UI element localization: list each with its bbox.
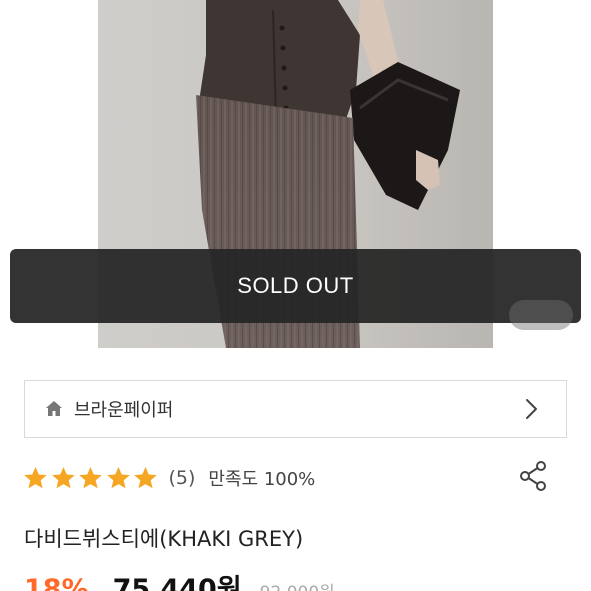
rating-summary[interactable]: (5) 만족도 100%: [22, 460, 552, 496]
star-icon: [134, 466, 157, 488]
satisfaction-rate: 만족도 100%: [208, 469, 316, 490]
sold-out-banner: SOLD OUT: [10, 249, 581, 323]
original-price: 92,000원: [260, 578, 335, 591]
star-rating: [22, 465, 160, 492]
sold-out-label: SOLD OUT: [237, 273, 354, 298]
star-icon: [24, 466, 47, 488]
price-row: 18% 75,440원 92,000원: [24, 567, 335, 591]
brand-link[interactable]: 브라운페이퍼: [24, 380, 567, 438]
product-detail-page: SOLD OUT 브라운페이퍼 (5) 만족도 100% 다비드뷔스티에(KHA…: [0, 0, 591, 591]
scroll-top-button[interactable]: [509, 300, 573, 330]
review-count[interactable]: (5): [169, 467, 196, 489]
star-icon: [51, 466, 75, 488]
star-icon: [79, 466, 102, 488]
product-title: 다비드뷔스티에(KHAKI GREY): [24, 527, 304, 551]
share-icon[interactable]: [517, 459, 549, 493]
home-icon: [44, 399, 64, 419]
sale-price: 75,440원: [112, 574, 242, 591]
brand-name: 브라운페이퍼: [74, 400, 174, 421]
star-icon: [106, 466, 130, 488]
discount-rate: 18%: [24, 574, 89, 591]
chevron-right-icon: [521, 397, 541, 421]
